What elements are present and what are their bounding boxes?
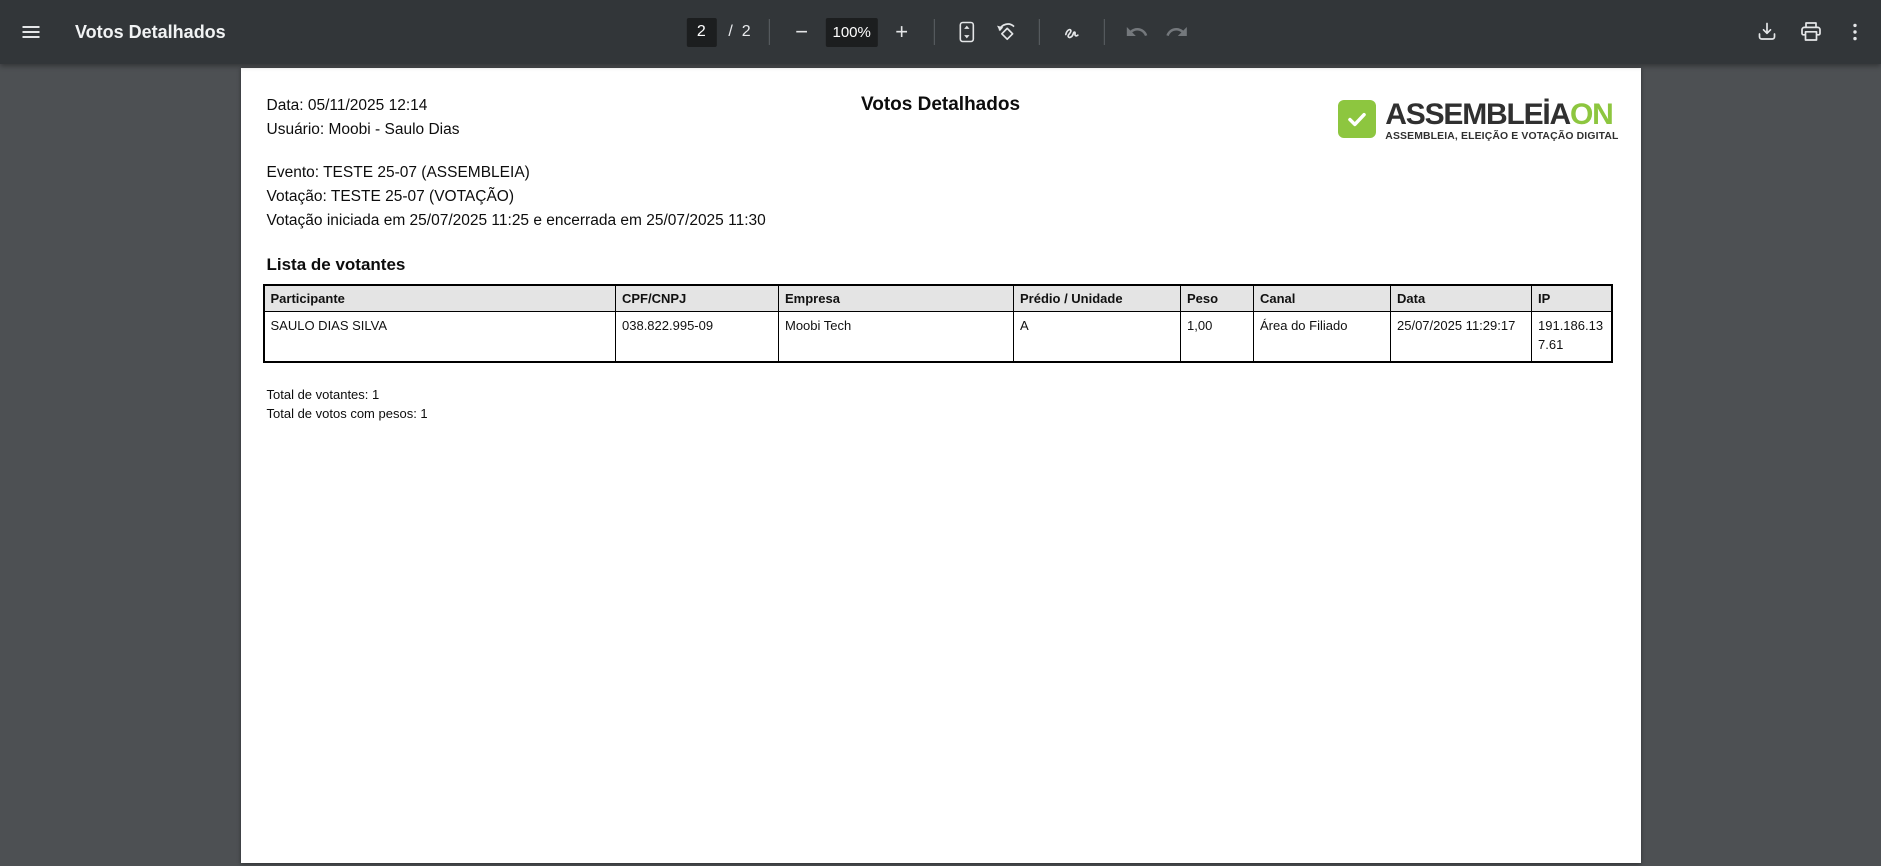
column-header-empresa: Empresa — [779, 285, 1014, 312]
page-number-input[interactable] — [686, 18, 716, 47]
document-title: Votos Detalhados — [75, 22, 226, 43]
column-header-peso: Peso — [1181, 285, 1254, 312]
page-total: 2 — [742, 23, 751, 41]
assembleiaon-logo: ASSEMBLEİAON ASSEMBLEIA, ELEIÇÃO E VOTAÇ… — [1338, 100, 1618, 142]
undo-button[interactable] — [1119, 14, 1155, 50]
toolbar-separator — [1104, 19, 1105, 45]
zoom-out-button[interactable]: − — [784, 14, 820, 50]
cell-data: 25/07/2025 11:29:17 — [1391, 312, 1532, 362]
toolbar-center-group: / 2 − 100% + — [686, 0, 1194, 64]
voters-list-heading: Lista de votantes — [267, 255, 1615, 275]
download-icon — [1755, 20, 1779, 44]
annotate-icon — [1060, 20, 1084, 44]
redo-button[interactable] — [1159, 14, 1195, 50]
zoom-in-button[interactable]: + — [884, 14, 920, 50]
rotate-icon — [995, 20, 1019, 44]
column-header-cpf-cnpj: CPF/CNPJ — [616, 285, 779, 312]
meta-period: Votação iniciada em 25/07/2025 11:25 e e… — [267, 209, 1615, 233]
fit-page-button[interactable] — [949, 14, 985, 50]
column-header-ip: IP — [1532, 285, 1612, 312]
toolbar-separator — [934, 19, 935, 45]
meta-gap — [267, 142, 1615, 161]
pdf-page: Votos Detalhados ASSEMBLEİAON ASSEMBLEIA… — [241, 68, 1641, 863]
fit-page-icon — [955, 20, 979, 44]
logo-check-icon — [1338, 100, 1376, 138]
zoom-in-icon: + — [895, 21, 908, 43]
cell-participante: SAULO DIAS SILVA — [264, 312, 616, 362]
cell-empresa: Moobi Tech — [779, 312, 1014, 362]
print-icon — [1799, 20, 1823, 44]
logo-brand-main: ASSEMBLEİA — [1385, 98, 1570, 131]
more-icon — [1843, 20, 1867, 44]
logo-brand-accent: ON — [1570, 98, 1613, 131]
cell-peso: 1,00 — [1181, 312, 1254, 362]
cell-ip: 191.186.137.61 — [1532, 312, 1612, 362]
total-voters: Total de votantes: 1 — [267, 385, 1615, 404]
redo-icon — [1165, 20, 1189, 44]
zoom-level-input[interactable]: 100% — [826, 18, 878, 47]
pdf-viewer-toolbar: Votos Detalhados / 2 − 100% + — [0, 0, 1881, 64]
total-weighted-votes: Total de votos com pesos: 1 — [267, 404, 1615, 423]
table-row: SAULO DIAS SILVA 038.822.995-09 Moobi Te… — [264, 312, 1612, 362]
logo-brand: ASSEMBLEİAON — [1385, 100, 1618, 130]
logo-text: ASSEMBLEİAON ASSEMBLEIA, ELEIÇÃO E VOTAÇ… — [1385, 100, 1618, 142]
download-button[interactable] — [1749, 14, 1785, 50]
pdf-viewer-scroll-area[interactable]: Votos Detalhados ASSEMBLEİAON ASSEMBLEIA… — [0, 64, 1881, 866]
toolbar-right-group — [1749, 14, 1881, 50]
menu-icon — [19, 20, 43, 44]
meta-voting: Votação: TESTE 25-07 (VOTAÇÃO) — [267, 185, 1615, 209]
toolbar-separator — [1039, 19, 1040, 45]
logo-tagline: ASSEMBLEIA, ELEIÇÃO E VOTAÇÃO DIGITAL — [1385, 131, 1618, 142]
column-header-canal: Canal — [1254, 285, 1391, 312]
annotate-button[interactable] — [1054, 14, 1090, 50]
column-header-participante: Participante — [264, 285, 616, 312]
meta-event: Evento: TESTE 25-07 (ASSEMBLEIA) — [267, 161, 1615, 185]
cell-predio-unidade: A — [1014, 312, 1181, 362]
print-button[interactable] — [1793, 14, 1829, 50]
page-divider: / — [728, 23, 732, 41]
totals-block: Total de votantes: 1 Total de votos com … — [267, 385, 1615, 423]
rotate-button[interactable] — [989, 14, 1025, 50]
toolbar-left-group: Votos Detalhados — [0, 14, 226, 50]
zoom-out-icon: − — [795, 21, 808, 43]
cell-cpf-cnpj: 038.822.995-09 — [616, 312, 779, 362]
toolbar-separator — [769, 19, 770, 45]
undo-icon — [1125, 20, 1149, 44]
column-header-predio-unidade: Prédio / Unidade — [1014, 285, 1181, 312]
pdf-page-content: Votos Detalhados ASSEMBLEİAON ASSEMBLEIA… — [241, 68, 1641, 423]
column-header-data: Data — [1391, 285, 1532, 312]
more-options-button[interactable] — [1837, 14, 1873, 50]
cell-canal: Área do Filiado — [1254, 312, 1391, 362]
table-header-row: Participante CPF/CNPJ Empresa Prédio / U… — [264, 285, 1612, 312]
menu-button[interactable] — [13, 14, 49, 50]
voters-table: Participante CPF/CNPJ Empresa Prédio / U… — [263, 284, 1613, 363]
